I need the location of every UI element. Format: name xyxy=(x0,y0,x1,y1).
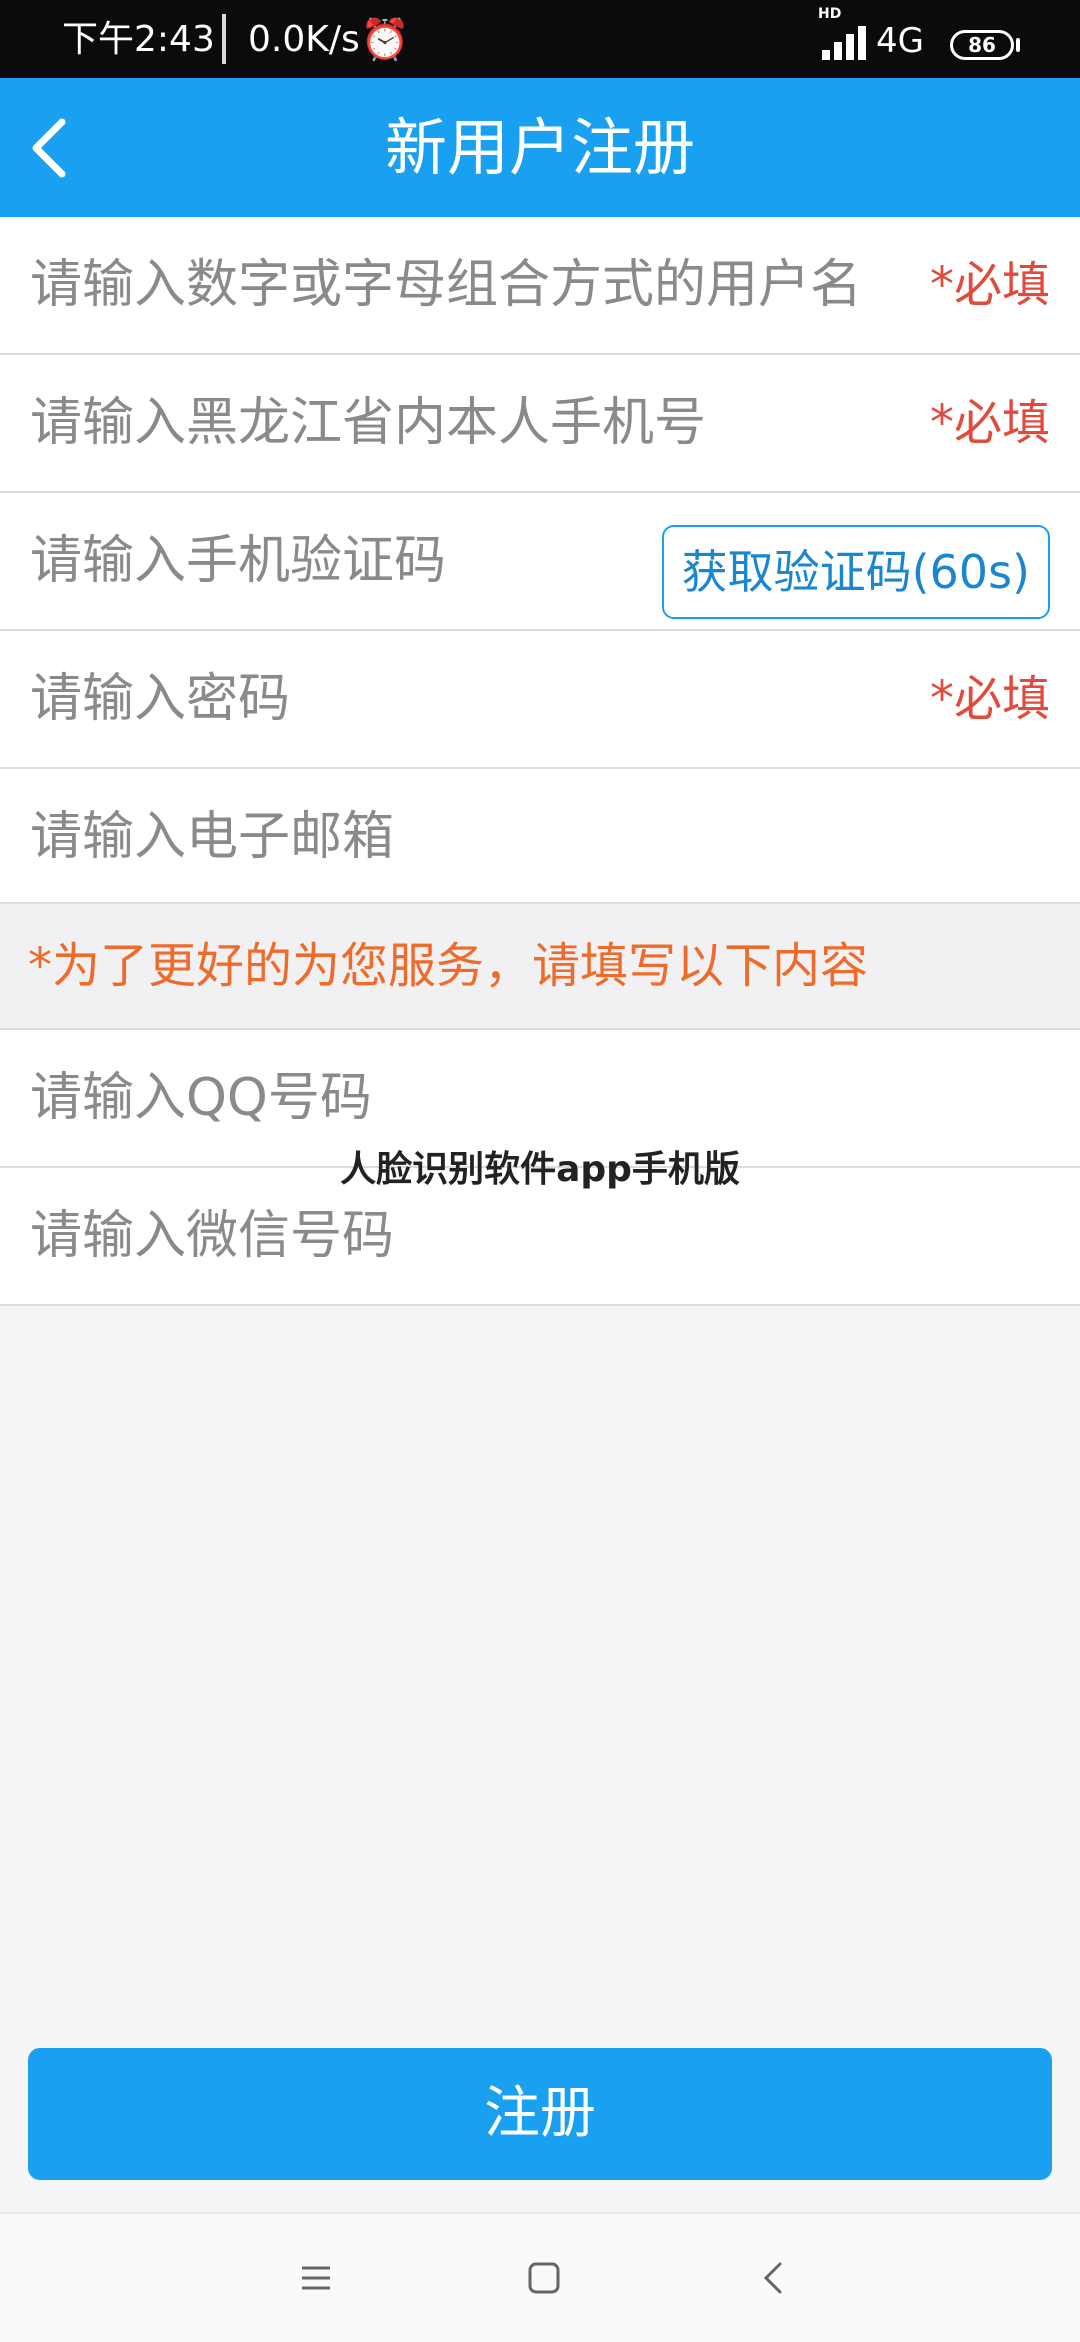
battery-icon: 86 xyxy=(950,30,1014,60)
watermark-text: 人脸识别软件app手机版 xyxy=(340,1149,740,1190)
code-placeholder: 请输入手机验证码 xyxy=(30,531,447,591)
register-button[interactable]: 注册 xyxy=(28,2048,1052,2180)
network-type: 4G xyxy=(876,21,924,61)
optional-notice: *为了更好的为您服务，请填写以下内容 xyxy=(0,904,1080,1030)
phone-placeholder: 请输入黑龙江省内本人手机号 xyxy=(30,393,707,453)
battery-tip xyxy=(1016,38,1020,52)
qq-placeholder: 请输入QQ号码 xyxy=(30,1068,372,1128)
username-field[interactable]: 请输入数字或字母组合方式的用户名 *必填 xyxy=(0,217,1080,355)
back-icon[interactable] xyxy=(754,2258,794,2298)
password-field[interactable]: 请输入密码 *必填 xyxy=(0,631,1080,769)
page-title: 新用户注册 xyxy=(384,111,695,184)
required-label: *必填 xyxy=(929,671,1050,727)
email-field[interactable]: 请输入电子邮箱 xyxy=(0,769,1080,904)
status-bar: 下午2:43 0.0K/s ⏰ HD 4G 86 xyxy=(0,0,1080,78)
get-code-button[interactable]: 获取验证码(60s) xyxy=(661,525,1050,619)
hd-indicator: HD xyxy=(818,6,842,22)
wechat-placeholder: 请输入微信号码 xyxy=(30,1206,395,1266)
phone-field[interactable]: 请输入黑龙江省内本人手机号 *必填 xyxy=(0,355,1080,493)
system-nav-bar xyxy=(0,2212,1080,2342)
network-speed: 0.0K/s xyxy=(248,19,360,60)
app-bar: 新用户注册 xyxy=(0,78,1080,217)
required-label: *必填 xyxy=(929,395,1050,451)
menu-icon[interactable] xyxy=(296,2258,336,2298)
home-icon[interactable] xyxy=(524,2258,564,2298)
email-placeholder: 请输入电子邮箱 xyxy=(30,807,395,867)
status-time: 下午2:43 xyxy=(62,19,215,60)
required-label: *必填 xyxy=(929,257,1050,313)
username-placeholder: 请输入数字或字母组合方式的用户名 xyxy=(30,255,863,315)
alarm-icon: ⏰ xyxy=(360,17,410,63)
code-field[interactable]: 请输入手机验证码 获取验证码(60s) xyxy=(0,493,1080,631)
signal-icon xyxy=(822,26,868,60)
status-separator xyxy=(222,14,226,64)
optional-notice-text: *为了更好的为您服务，请填写以下内容 xyxy=(28,938,869,994)
password-placeholder: 请输入密码 xyxy=(30,669,291,729)
